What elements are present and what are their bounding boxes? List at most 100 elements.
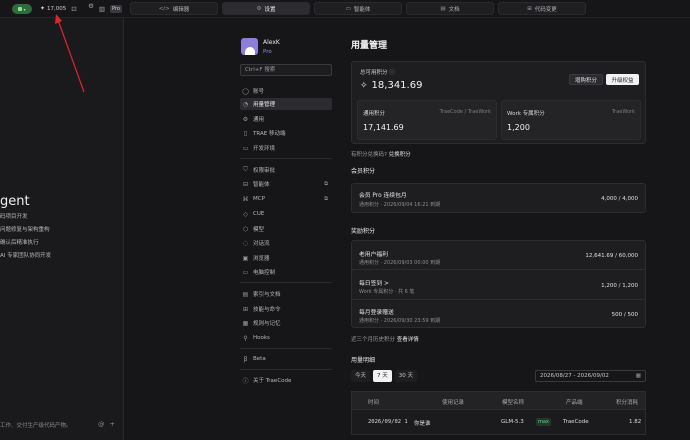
sidebar-item-dev-env[interactable]: ▭ 开发环境 (240, 142, 332, 154)
agent-feature-list: 码项目开发 问题修复与架构重构 确认后精准执行 AI 专家团队协同开发 (0, 212, 51, 259)
sidebar-item-models[interactable]: ⬡ 模型 (240, 223, 332, 235)
cube-icon: ⬡ (242, 225, 249, 233)
chat-input[interactable]: 工作、交付生产级代码产物。 (0, 421, 72, 429)
sidebar-item-skills[interactable]: ⊞ 技能与命令 (240, 303, 332, 315)
external-link-icon: ⧉ (324, 180, 328, 187)
skill-icon: ⊞ (242, 305, 249, 313)
avatar (241, 38, 258, 55)
work-credits-card: Work 专属积分 TraeWork 1,200 (501, 100, 641, 140)
cell-cost: 1.82 (629, 419, 642, 425)
cell-product: TraeCode (563, 419, 589, 425)
sidebar-item-agents[interactable]: ⊟ 智能体 ⧉ (240, 178, 332, 190)
usage-detail-title: 用量明细 (351, 357, 376, 364)
table-row[interactable]: 2026/09/02 1 你是谁 GLM-5.3 max TraeCode 1.… (351, 409, 646, 435)
exchange-question: 有积分兑换码? (351, 152, 387, 158)
tab-code-changes[interactable]: ⊞ 代码变更 (498, 2, 586, 15)
tab-agent[interactable]: ▭ 智能体 (314, 2, 402, 15)
monitor-icon: ▭ (242, 268, 249, 276)
agent-title: gent (0, 194, 30, 209)
tab-docs[interactable]: ▤ 文档 (406, 2, 494, 15)
divider (352, 269, 645, 270)
range-7d-button[interactable]: 7 天 (373, 370, 392, 382)
sidebar-item-browser[interactable]: ▣ 浏览器 (240, 252, 332, 264)
row-title: 会员 Pro 连续包月 (359, 193, 407, 199)
range-today-button[interactable]: 今天 (351, 370, 371, 382)
sidebar-item-account[interactable]: ◯ 账号 (240, 85, 332, 97)
beta-icon: β (243, 355, 248, 363)
sidebar-item-mcp[interactable]: ⌘ MCP ⧉ (240, 193, 332, 205)
sidebar-item-dialog-flow[interactable]: ◌ 对话流 (240, 237, 332, 249)
cue-icon: ◇ (243, 210, 248, 218)
browser-icon: ▣ (242, 254, 249, 262)
agent-icon: ⊟ (242, 180, 249, 188)
input-actions: @ + (98, 420, 115, 428)
user-profile: AlexK Pro (241, 38, 280, 55)
divider (352, 299, 645, 300)
sidebar-item-cue[interactable]: ◇ CUE (240, 208, 332, 220)
chat-icon: ◌ (242, 239, 249, 247)
document-icon: ▤ (440, 5, 446, 12)
divider (240, 158, 332, 159)
list-item: 确认后精准执行 (0, 240, 39, 246)
history-text: 近三个月历史积分 (351, 337, 396, 343)
settings-icon: ⚙ (242, 115, 249, 123)
divider (240, 348, 332, 349)
sidebar-item-computer-control[interactable]: ▭ 电脑控制 (240, 266, 332, 278)
work-credits-value: 1,200 (507, 123, 530, 132)
sidebar-item-index-docs[interactable]: ▤ 索引与文档 (240, 288, 332, 300)
row-subtitle: 通用积分 · 2026/09/04 16:21 到期 (359, 202, 441, 208)
tab-settings[interactable]: ⚙ 设置 (222, 2, 310, 15)
tab-editor[interactable]: </> 编辑器 (130, 2, 218, 15)
general-credits-card: 通用积分 TraeCode / TraeWork 17,141.69 (357, 100, 497, 140)
member-credits-title: 会员积分 (351, 168, 376, 175)
sidebar-item-permissions[interactable]: ⛉ 权限审批 (240, 164, 332, 176)
divider (240, 282, 332, 283)
shield-icon: ⛉ (243, 166, 248, 173)
max-badge: max (536, 418, 551, 426)
sidebar-item-general[interactable]: ⚙ 通用 (240, 113, 332, 125)
external-link-icon: ⧉ (324, 195, 328, 202)
code-icon: </> (158, 5, 170, 12)
tab-bar: </> 编辑器 ⚙ 设置 ▭ 智能体 ▤ 文档 ⊞ 代码变更 (130, 2, 586, 15)
info-icon: ⓘ (242, 377, 249, 385)
total-credits-card: 总可用积分 ⓘ ✧ 18,341.69 增购积分 升级权益 通用积分 TraeC… (351, 61, 646, 144)
range-selector: 今天 7 天 30 天 (351, 370, 418, 382)
hook-icon: ⚲ (243, 334, 248, 342)
buy-credits-button[interactable]: 增购积分 (569, 74, 603, 85)
sidebar-item-rules[interactable]: ▦ 规则与记忆 (240, 317, 332, 329)
folder-icon: ▭ (345, 5, 351, 12)
column-header: 使用记录 (442, 400, 465, 406)
sidebar-item-mobile[interactable]: ▯ TRAE 移动端 (240, 127, 332, 139)
annotation-arrow (55, 14, 85, 93)
at-icon[interactable]: @ (98, 420, 105, 428)
member-credits-card: 会员 Pro 连续包月 通用积分 · 2026/09/04 16:21 到期 4… (351, 183, 646, 213)
total-credits: ✧ 18,341.69 (360, 80, 422, 91)
reward-credits-card: 老用户福利 通用积分 · 2026/09/03 00:00 到期 12,641.… (351, 240, 646, 328)
sidebar-item-usage[interactable]: ◔ 用量管理 (240, 98, 332, 110)
history-link[interactable]: 查看详情 (397, 337, 419, 343)
terminal-icon: ▭ (242, 144, 249, 152)
add-icon[interactable]: + (110, 420, 115, 428)
sidebar-item-hooks[interactable]: ⚲ Hooks (240, 332, 332, 344)
settings-search-input[interactable]: Ctrl+F 搜索 (240, 64, 332, 76)
user-name: AlexK (263, 39, 280, 46)
page-title: 用量管理 (351, 41, 388, 51)
sidebar-item-beta[interactable]: β Beta (240, 353, 332, 365)
upgrade-button[interactable]: 升级权益 (606, 74, 639, 85)
index-icon: ▤ (242, 290, 249, 298)
column-header: 时间 (368, 400, 380, 406)
exchange-link[interactable]: 兑换积分 (389, 152, 411, 158)
info-icon: ⓘ (389, 70, 395, 76)
column-header: 产品端 (566, 400, 583, 406)
date-range-picker[interactable]: 2026/08/27 - 2026/09/02 ▦ (535, 370, 646, 382)
sidebar-item-about[interactable]: ⓘ 关于 TraeCode (240, 374, 332, 386)
work-credits-scope: TraeWork (611, 109, 635, 115)
calendar-icon: ▦ (635, 373, 641, 379)
row-value: 4,000 / 4,000 (601, 196, 638, 202)
general-credits-scope: TraeCode / TraeWork (439, 109, 491, 115)
total-credits-label: 总可用积分 ⓘ (360, 70, 395, 76)
range-30d-button[interactable]: 30 天 (394, 370, 418, 382)
list-item: AI 专家团队协同开发 (0, 253, 52, 259)
history-row: 近三个月历史积分 查看详情 (351, 335, 419, 343)
diff-icon: ⊞ (527, 5, 532, 12)
